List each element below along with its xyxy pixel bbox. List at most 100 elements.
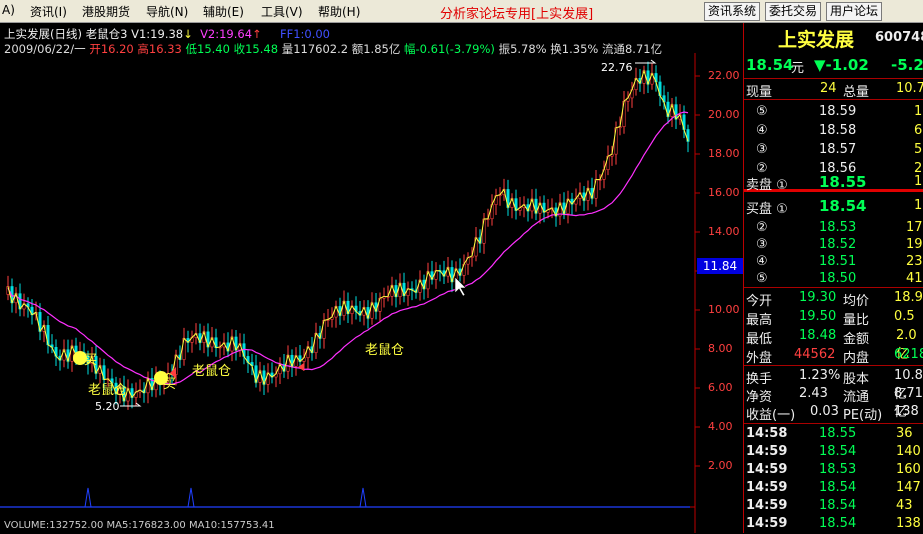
tick-time: 14:58 [746, 426, 788, 441]
total-volume: 10.7 [896, 81, 923, 96]
price-change-pct: -5.2 [891, 56, 923, 74]
buy1-price: 18.54 [819, 197, 867, 215]
quote-row: 最低 18.48 金额 2.0亿 [744, 327, 923, 362]
stock-name: 上实发展 [778, 29, 855, 51]
sell1-volume: 1 [914, 174, 923, 189]
tick-price: 18.55 [819, 426, 857, 441]
sell1-label: 卖盘 ① [746, 178, 788, 193]
ask-price: 18.57 [819, 142, 857, 157]
current-volume: 24 [820, 81, 837, 96]
tick-volume: 43 [896, 498, 913, 513]
quote-row: 外盘 44562 内盘 6218 [744, 346, 923, 366]
bid-volume: 23 [906, 254, 923, 269]
quote-row: 14:58 18.55 36 [744, 425, 923, 444]
y-axis-tick-label: 16.00 [708, 186, 740, 199]
quote-row: 14:59 18.54 147 [744, 479, 923, 498]
quote-row: 14:59 18.54 43 [744, 497, 923, 516]
forum-title: 分析家论坛专用[上实发展] [440, 7, 594, 22]
low-arrow-icon [120, 402, 142, 407]
quote-row: 最高 19.50 量比 0.5 [744, 308, 923, 328]
bid-level: ③ [756, 237, 768, 252]
quote-row: 净资 2.43 流通 8.71亿 [744, 385, 923, 420]
tick-volume: 147 [896, 480, 921, 495]
tick-volume: 140 [896, 444, 921, 459]
menu-item-a[interactable]: A) [2, 3, 15, 17]
bid-price: 18.52 [819, 237, 857, 252]
stat-value: 6218 [894, 347, 923, 362]
sell1-price: 18.55 [819, 173, 867, 191]
stat-value: 44562 [794, 347, 836, 362]
tick-time: 14:59 [746, 498, 788, 513]
bid-price: 18.53 [819, 220, 857, 235]
kline-chart[interactable]: 上实发展(日线) 老鼠仓3 V1:19.38↓ V2:19.64↑ FF1:0.… [0, 23, 743, 533]
ask-volume: 5 [914, 142, 923, 157]
fund-label: PE(动) [843, 408, 883, 423]
bid-volume: 17 [906, 220, 923, 235]
menu-item-navigation[interactable]: 导航(N) [146, 3, 188, 20]
stat-label: 最高 [746, 313, 773, 328]
mouse-warehouse-label: 老鼠仓 [365, 343, 405, 358]
tick-price: 18.54 [819, 444, 857, 459]
stat-label: 外盘 [746, 351, 773, 366]
y-axis-tick-label: 10.00 [708, 303, 740, 316]
quote-row: 14:59 18.54 140 [744, 443, 923, 462]
y-axis-tick-label: 18.00 [708, 147, 740, 160]
tick-price: 18.54 [819, 516, 857, 531]
price-change: ▼-1.02 [814, 56, 869, 74]
fund-value: 2.43 [799, 386, 828, 401]
bid-volume: 19 [906, 237, 923, 252]
menu-item-help[interactable]: 帮助(H) [318, 3, 360, 20]
tick-volume: 138 [896, 516, 921, 531]
quote-panel: 上实发展 600748 18.54 元 ▼-1.02 -5.2 现量 24 总量… [743, 23, 923, 533]
menu-item-auxiliary[interactable]: 辅助(E) [203, 3, 244, 20]
y-axis-tick-label: 14.00 [708, 225, 740, 238]
signal-arrow-icon [298, 363, 304, 371]
bid-level: ② [756, 220, 768, 235]
y-axis-tick-label: 20.00 [708, 108, 740, 121]
high-price-label: 22.76 [601, 61, 633, 74]
stat-value: 19.50 [799, 309, 837, 324]
ask-level: ③ [756, 142, 768, 157]
current-price-tag: 11.84 [697, 258, 743, 274]
ask-volume: 6 [914, 123, 923, 138]
ask-volume: 1 [914, 104, 923, 119]
ask-level: ⑤ [756, 104, 768, 119]
chart-svg [0, 53, 700, 533]
y-axis-tick-label: 6.00 [708, 381, 733, 394]
quote-row: 14:59 18.53 160 [744, 461, 923, 480]
stat-label: 量比 [843, 313, 870, 328]
quote-row: ⑤ 18.59 1 [744, 103, 923, 122]
menu-item-tools[interactable]: 工具(V) [261, 3, 303, 20]
stat-value: 18.48 [799, 328, 837, 343]
tick-time: 14:59 [746, 444, 788, 459]
tick-price: 18.54 [819, 498, 857, 513]
fund-label: 收益(一) [746, 408, 796, 423]
info-system-button[interactable]: 资讯系统 [704, 2, 761, 21]
ask-level: ④ [756, 123, 768, 138]
tick-volume: 160 [896, 462, 921, 477]
menu-item-info[interactable]: 资讯(I) [30, 3, 67, 20]
price-unit: 元 [791, 61, 805, 76]
buy1-volume: 1 [914, 198, 923, 213]
tick-time: 14:59 [746, 462, 788, 477]
stat-label: 今开 [746, 294, 773, 309]
tick-price: 18.53 [819, 462, 857, 477]
menu-item-hk-futures[interactable]: 港股期货 [82, 3, 130, 20]
stat-label: 均价 [843, 294, 870, 309]
current-volume-label: 现量 [746, 85, 773, 100]
stock-code: 600748 [875, 30, 923, 45]
trade-button[interactable]: 委托交易 [765, 2, 822, 21]
buy1-label: 买盘 ① [746, 202, 788, 217]
quote-row: ④ 18.58 6 [744, 122, 923, 141]
tick-volume: 36 [896, 426, 913, 441]
buy-label: 买 [84, 353, 98, 368]
user-forum-button[interactable]: 用户论坛 [826, 2, 883, 21]
quote-row: 换手 1.23% 股本 10.8亿 [744, 367, 923, 402]
stat-value: 19.30 [799, 290, 837, 305]
total-volume-label: 总量 [843, 85, 870, 100]
ask-price: 18.59 [819, 104, 857, 119]
buy-label: 买 [163, 377, 177, 392]
bid-price: 18.51 [819, 254, 857, 269]
stat-value: 0.5 [894, 309, 915, 324]
volume-indicator-label: VOLUME:132752.00 MA5:176823.00 MA10:1577… [4, 520, 275, 531]
